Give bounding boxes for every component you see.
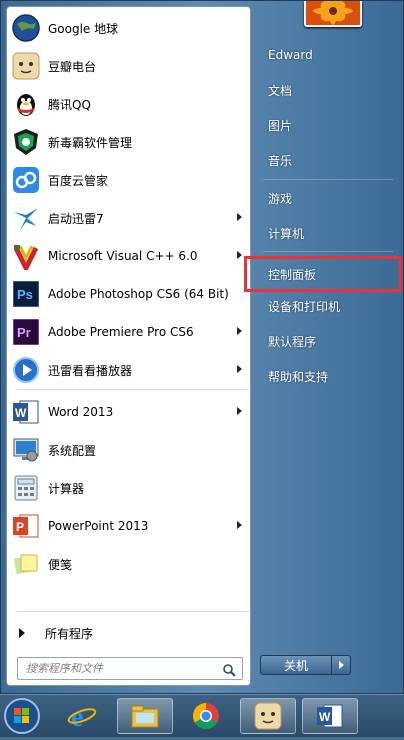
word-icon: W	[11, 397, 41, 427]
program-duba[interactable]: 新毒霸软件管理	[7, 124, 250, 160]
search-input[interactable]	[24, 661, 218, 676]
divider	[17, 389, 249, 390]
system-config-icon	[11, 435, 41, 465]
calculator-icon	[11, 473, 41, 503]
program-baidu-cloud[interactable]: 百度云管家	[7, 162, 250, 198]
duba-software-manager-icon	[11, 127, 41, 157]
program-photoshop[interactable]: Ps Adobe Photoshop CS6 (64 Bit)	[7, 276, 250, 312]
submenu-arrow-icon	[237, 213, 242, 221]
shutdown-control: 关机	[260, 655, 352, 677]
search-icon[interactable]	[222, 662, 236, 681]
all-programs-label: 所有程序	[45, 626, 94, 641]
submenu-arrow-icon	[237, 251, 242, 259]
qq-penguin-icon	[11, 89, 41, 119]
submenu-arrow-icon	[237, 521, 242, 529]
shutdown-button[interactable]: 关机	[260, 655, 332, 675]
program-qq[interactable]: 腾讯QQ	[7, 86, 250, 122]
powerpoint-icon: P	[11, 511, 41, 541]
baidu-cloud-icon	[11, 165, 41, 195]
shutdown-options-button[interactable]	[332, 655, 351, 675]
program-system-config[interactable]: 系统配置	[7, 432, 250, 468]
xunlei-player-icon	[11, 355, 41, 385]
program-powerpoint[interactable]: P PowerPoint 2013	[7, 508, 250, 544]
program-douban-radio[interactable]: 豆瓣电台	[7, 48, 250, 84]
premiere-icon: Pr	[11, 317, 41, 347]
submenu-arrow-icon	[237, 365, 242, 373]
taskbar-douban-radio-icon[interactable]	[240, 698, 296, 734]
taskbar-ie-icon[interactable]: e	[54, 698, 110, 734]
program-label: 腾讯QQ	[48, 97, 91, 112]
music-link[interactable]: 音乐	[263, 143, 398, 177]
svg-text:P: P	[16, 520, 24, 534]
program-sticky-notes[interactable]: 便笺	[7, 546, 250, 582]
help-support-link[interactable]: 帮助和支持	[263, 359, 398, 393]
computer-link[interactable]: 计算机	[263, 216, 398, 250]
program-label: 便笺	[48, 557, 73, 572]
devices-printers-link[interactable]: 设备和打印机	[263, 289, 398, 323]
start-orb[interactable]	[2, 696, 42, 736]
program-google-earth[interactable]: Google 地球	[7, 10, 250, 46]
taskbar-word-icon[interactable]: W	[302, 698, 358, 734]
program-label: 计算器	[48, 481, 85, 496]
program-label: Word 2013	[48, 405, 114, 419]
program-label: Microsoft Visual C++ 6.0	[48, 249, 198, 263]
program-visual-cpp[interactable]: Microsoft Visual C++ 6.0	[7, 238, 250, 274]
program-label: 百度云管家	[48, 173, 109, 188]
program-premiere[interactable]: Pr Adobe Premiere Pro CS6	[7, 314, 250, 350]
svg-text:W: W	[319, 710, 331, 724]
expand-arrow-icon	[19, 628, 25, 638]
program-calculator[interactable]: 计算器	[7, 470, 250, 506]
control-panel-highlight-box	[244, 256, 402, 292]
program-word[interactable]: W Word 2013	[7, 394, 250, 430]
svg-text:Pr: Pr	[17, 325, 31, 340]
program-label: PowerPoint 2013	[48, 519, 149, 533]
svg-text:Ps: Ps	[17, 287, 33, 302]
games-link[interactable]: 游戏	[263, 181, 398, 215]
photoshop-icon: Ps	[11, 279, 41, 309]
program-label: Google 地球	[48, 21, 119, 36]
svg-text:e: e	[71, 702, 83, 731]
program-label: Adobe Photoshop CS6 (64 Bit)	[48, 287, 229, 301]
documents-link[interactable]: 文档	[263, 73, 398, 107]
pictures-link[interactable]: 图片	[263, 108, 398, 142]
submenu-arrow-icon	[237, 327, 242, 335]
user-folder-link[interactable]: Edward	[263, 38, 398, 72]
default-programs-link[interactable]: 默认程序	[263, 324, 398, 358]
programs-panel: Google 地球 豆瓣电台 腾讯QQ 新毒霸软件管理 百度云管家 启动迅雷7 …	[6, 6, 251, 686]
program-label: 系统配置	[48, 443, 97, 458]
program-label: 新毒霸软件管理	[48, 135, 133, 150]
visual-cpp-icon	[11, 241, 41, 271]
svg-text:W: W	[15, 406, 27, 420]
divider	[263, 179, 393, 180]
program-label: 启动迅雷7	[48, 211, 104, 226]
taskbar: e W	[0, 694, 404, 737]
douban-radio-icon	[11, 51, 41, 81]
start-menu: Google 地球 豆瓣电台 腾讯QQ 新毒霸软件管理 百度云管家 启动迅雷7 …	[0, 0, 404, 694]
program-label: Adobe Premiere Pro CS6	[48, 325, 194, 339]
taskbar-chrome-icon[interactable]	[178, 698, 234, 734]
chevron-right-icon	[338, 661, 344, 669]
program-xunlei-player[interactable]: 迅雷看看播放器	[7, 352, 250, 388]
program-label: 豆瓣电台	[48, 59, 97, 74]
program-xunlei7[interactable]: 启动迅雷7	[7, 200, 250, 236]
xunlei-bird-icon	[11, 203, 41, 233]
taskbar-file-explorer-icon[interactable]	[117, 698, 173, 734]
user-avatar[interactable]	[304, 1, 362, 27]
submenu-arrow-icon	[237, 407, 242, 415]
program-label: 迅雷看看播放器	[48, 363, 133, 378]
all-programs-button[interactable]: 所有程序	[7, 619, 250, 647]
sticky-notes-icon	[11, 549, 41, 579]
search-box	[17, 657, 243, 680]
google-earth-icon	[11, 13, 41, 43]
divider	[17, 611, 249, 612]
divider	[263, 251, 393, 252]
